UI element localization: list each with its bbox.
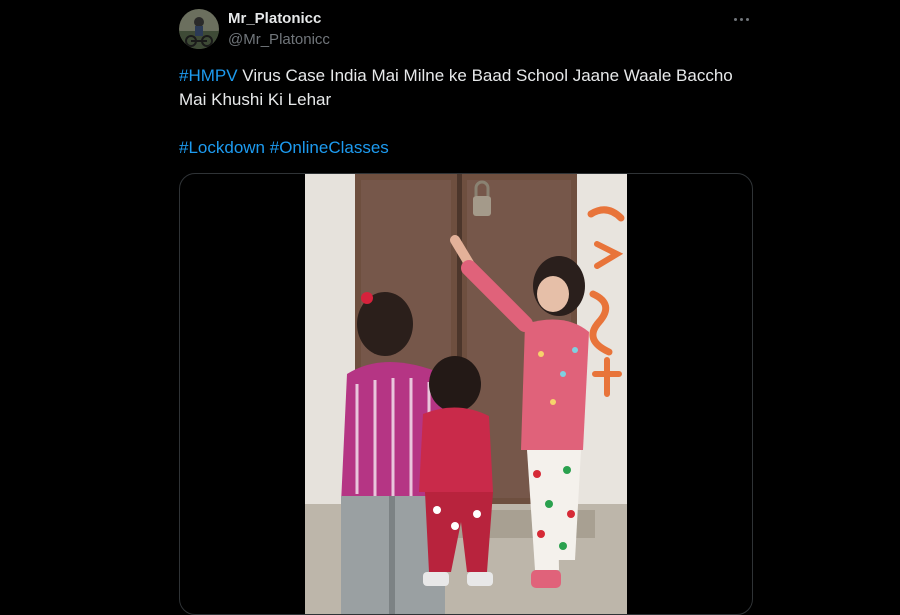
display-name[interactable]: Mr_Platonicc — [228, 10, 330, 28]
media-card[interactable] — [179, 173, 753, 615]
hashtag-lockdown[interactable]: #Lockdown — [179, 138, 265, 157]
video-frame — [305, 174, 627, 614]
avatar[interactable] — [179, 9, 219, 49]
author-block: Mr_Platonicc @Mr_Platonicc — [228, 10, 330, 50]
video-player[interactable] — [305, 174, 627, 614]
tweet-sentence: Virus Case India Mai Milne ke Baad Schoo… — [179, 66, 733, 109]
more-horizontal-icon — [733, 17, 737, 21]
tweet-hashtags: #Lockdown #OnlineClasses — [179, 136, 759, 160]
user-handle[interactable]: @Mr_Platonicc — [228, 30, 330, 50]
tweet-text: #HMPV Virus Case India Mai Milne ke Baad… — [179, 64, 759, 160]
hashtag-onlineclasses[interactable]: #OnlineClasses — [270, 138, 389, 157]
tweet-body: #HMPV Virus Case India Mai Milne ke Baad… — [179, 64, 759, 112]
hashtag-hmpv[interactable]: #HMPV — [179, 66, 238, 85]
more-options-button[interactable] — [728, 8, 754, 30]
